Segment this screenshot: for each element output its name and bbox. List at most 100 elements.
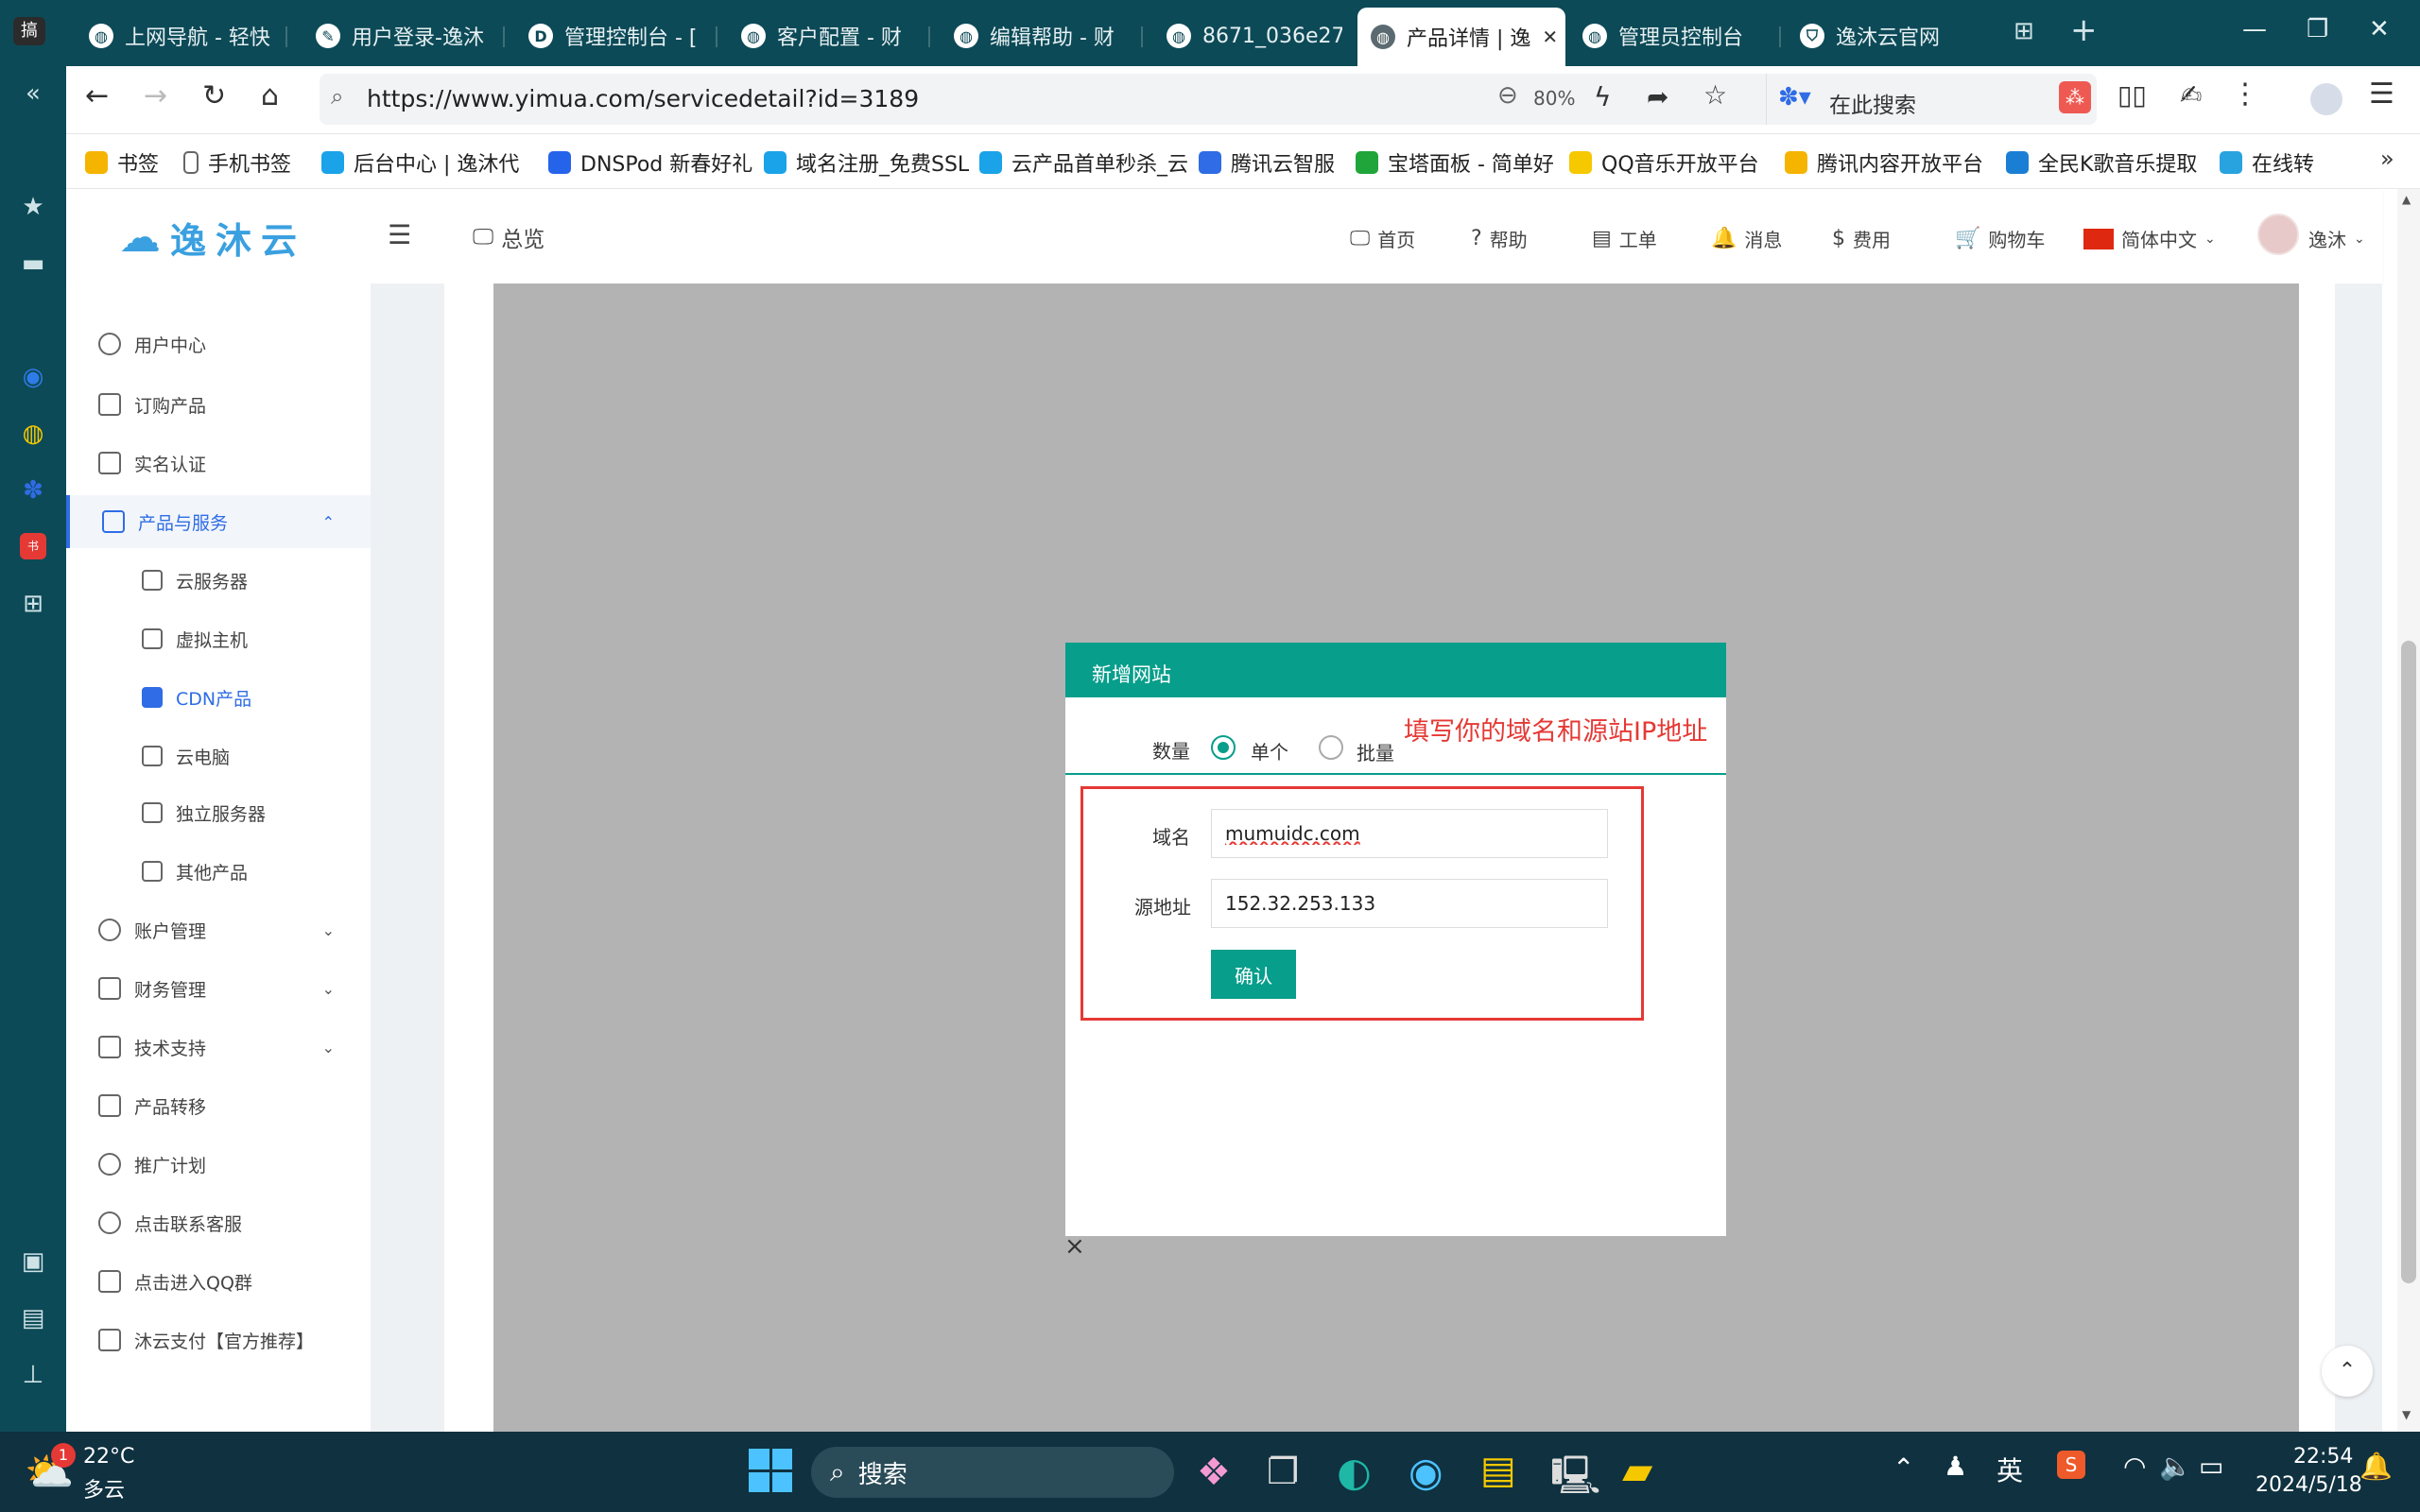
- sidebar-item-6[interactable]: 虚拟主机: [66, 612, 371, 665]
- bookmark-item[interactable]: DNSPod 新春好礼: [548, 147, 752, 178]
- header-nav-3[interactable]: ▤ 工单: [1592, 225, 1657, 252]
- bookmark-item[interactable]: 全民K歌音乐提取: [2006, 147, 2197, 178]
- new-tab-button[interactable]: +: [2070, 11, 2098, 49]
- search-engine-box[interactable]: ✽▾ 在此搜索: [1766, 74, 2097, 125]
- file-explorer-icon[interactable]: ▰: [1622, 1447, 1652, 1493]
- weather-desc[interactable]: 多云: [83, 1473, 125, 1503]
- tab-2[interactable]: ✎ 用户登录-逸沐: [302, 9, 501, 62]
- tab-4[interactable]: ◍ 客户配置 - 财: [728, 9, 926, 62]
- tab-sidebar-icon[interactable]: ⊞: [2014, 17, 2034, 45]
- folder-icon[interactable]: ▬: [17, 249, 49, 282]
- sidebar-item-18[interactable]: 沐云支付【官方推荐】: [66, 1314, 371, 1366]
- bookmark-item[interactable]: QQ音乐开放平台: [1569, 147, 1759, 178]
- tab-1[interactable]: ◍ 上网导航 - 轻快: [76, 9, 284, 62]
- header-nav-7[interactable]: 简体中文 ⌄: [2083, 225, 2216, 252]
- hamburger-menu-icon[interactable]: ☰: [2369, 77, 2394, 111]
- sidebar-item-17[interactable]: 点击进入QQ群: [66, 1255, 371, 1308]
- close-tab-icon[interactable]: ✕: [1542, 26, 1558, 48]
- sidebar-item-7[interactable]: CDN产品: [66, 671, 371, 724]
- origin-address-input[interactable]: [1211, 879, 1608, 928]
- header-nav-5[interactable]: $ 费用: [1832, 225, 1891, 252]
- zoom-level[interactable]: 80%: [1533, 87, 1575, 110]
- close-window-icon[interactable]: ✕: [2369, 15, 2390, 43]
- sidebar-item-5[interactable]: 云服务器: [66, 554, 371, 607]
- add-panel-icon[interactable]: ⊞: [17, 590, 49, 622]
- profile-avatar[interactable]: [2310, 83, 2342, 115]
- home-button[interactable]: ⌂: [261, 79, 279, 112]
- browser-search-input[interactable]: 在此搜索: [1829, 87, 1916, 119]
- edge-icon[interactable]: ◐: [1337, 1449, 1372, 1495]
- minimize-icon[interactable]: —: [2242, 15, 2267, 43]
- favorites-star-icon[interactable]: ★: [17, 193, 49, 225]
- notepad-icon[interactable]: ▤: [1480, 1449, 1516, 1492]
- tab-6[interactable]: ◍ 8671_036e27: [1153, 9, 1342, 62]
- menu-toggle-icon[interactable]: ☰: [388, 219, 411, 250]
- bookmark-item[interactable]: 后台中心 | 逸沐代: [321, 147, 519, 178]
- bookmark-item[interactable]: 书签: [85, 147, 159, 178]
- url-text[interactable]: https://www.yimua.com/servicedetail?id=3…: [367, 85, 919, 112]
- confirm-button[interactable]: 确认: [1211, 950, 1296, 999]
- page-scrollbar[interactable]: ▲ ▼: [2397, 189, 2420, 1432]
- xiaohongshu-icon[interactable]: 书: [20, 533, 46, 559]
- battery-icon[interactable]: ▭: [2199, 1451, 2223, 1482]
- share-icon[interactable]: ➦: [1647, 81, 1668, 112]
- volume-icon[interactable]: 🔈: [2159, 1451, 2192, 1482]
- copilot-icon[interactable]: ❖: [1197, 1451, 1231, 1494]
- bookmark-item[interactable]: 腾讯云智服: [1199, 147, 1335, 178]
- sidebar-item-11[interactable]: 账户管理 ⌄: [66, 903, 371, 956]
- sidebar-item-15[interactable]: 推广计划: [66, 1138, 371, 1191]
- domain-input[interactable]: [1211, 809, 1608, 858]
- tray-overflow-icon[interactable]: ⌃: [1893, 1452, 1914, 1484]
- tab-7[interactable]: ◍ 产品详情 | 逸 ✕: [1357, 8, 1565, 66]
- pdf-extension-icon[interactable]: ⁂: [2059, 81, 2091, 113]
- taskbar-search-box[interactable]: ⌕ 搜索: [811, 1447, 1174, 1498]
- browser-taskbar-icon[interactable]: ◉: [1409, 1449, 1443, 1495]
- sidebar-item-14[interactable]: 产品转移: [66, 1079, 371, 1132]
- dialog-close-button[interactable]: ×: [1064, 1232, 1085, 1261]
- sidebar-item-4[interactable]: 产品与服务 ⌃: [66, 495, 371, 548]
- sidebar-item-10[interactable]: 其他产品: [66, 845, 371, 898]
- forward-button[interactable]: →: [144, 79, 167, 112]
- pin-icon[interactable]: ⊥: [17, 1361, 49, 1393]
- radio-single[interactable]: [1211, 735, 1236, 760]
- sidebar-item-1[interactable]: 用户中心: [66, 318, 371, 370]
- weather-temp[interactable]: 22°C: [83, 1445, 134, 1469]
- site-logo[interactable]: ☁ 逸沐云: [119, 212, 306, 264]
- sidebar-item-9[interactable]: 独立服务器: [66, 786, 371, 839]
- user-menu[interactable]: 逸沐 ⌄: [2308, 225, 2365, 252]
- task-view-icon[interactable]: ❐: [1267, 1451, 1299, 1492]
- bookmark-item[interactable]: 在线转: [2220, 147, 2314, 178]
- collapse-rail-icon[interactable]: «: [17, 79, 49, 112]
- radio-batch[interactable]: [1319, 735, 1343, 760]
- zoom-out-icon[interactable]: ⊖: [1497, 81, 1518, 110]
- header-nav-1[interactable]: 🖵 首页: [1350, 225, 1415, 252]
- bookmarks-overflow-icon[interactable]: »: [2380, 146, 2394, 172]
- restore-icon[interactable]: ❐: [2307, 15, 2328, 43]
- header-nav-6[interactable]: 🛒 购物车: [1955, 225, 2045, 252]
- sidebar-item-8[interactable]: 云电脑: [66, 730, 371, 782]
- browser-app-icon[interactable]: 搞: [13, 17, 45, 45]
- tab-8[interactable]: ◍ 管理员控制台: [1569, 9, 1777, 62]
- sidebar-item-3[interactable]: 实名认证: [66, 437, 371, 490]
- chrome-icon[interactable]: ◍: [17, 420, 49, 452]
- notification-bell-icon[interactable]: 🔔: [2360, 1451, 2393, 1482]
- overview-link[interactable]: 🖵 总览: [473, 221, 544, 253]
- reload-button[interactable]: ↻: [202, 79, 226, 112]
- bookmark-item[interactable]: 云产品首单秒杀_云: [979, 147, 1188, 178]
- wallet-icon[interactable]: ▣: [17, 1247, 49, 1280]
- qq-tray-icon[interactable]: ♟: [1944, 1451, 1967, 1482]
- radio-batch-label[interactable]: 批量: [1357, 738, 1394, 765]
- back-button[interactable]: ←: [85, 79, 109, 112]
- sogou-icon[interactable]: S: [2057, 1451, 2085, 1479]
- bookmark-item[interactable]: 域名注册_免费SSL: [764, 147, 969, 178]
- sidebar-item-12[interactable]: 财务管理 ⌄: [66, 962, 371, 1015]
- briefcase-icon[interactable]: ▤: [17, 1304, 49, 1336]
- bookmark-star-icon[interactable]: ☆: [1703, 79, 1727, 111]
- sidebar-item-13[interactable]: 技术支持 ⌄: [66, 1021, 371, 1074]
- back-to-top-button[interactable]: ⌃: [2322, 1346, 2373, 1397]
- radio-single-label[interactable]: 单个: [1251, 737, 1288, 765]
- sign-icon[interactable]: ✍: [2180, 79, 2202, 111]
- tab-9[interactable]: ⛉ 逸沐云官网: [1787, 9, 1985, 62]
- start-button[interactable]: [749, 1449, 792, 1492]
- reader-mode-icon[interactable]: ▯▯: [2118, 79, 2147, 111]
